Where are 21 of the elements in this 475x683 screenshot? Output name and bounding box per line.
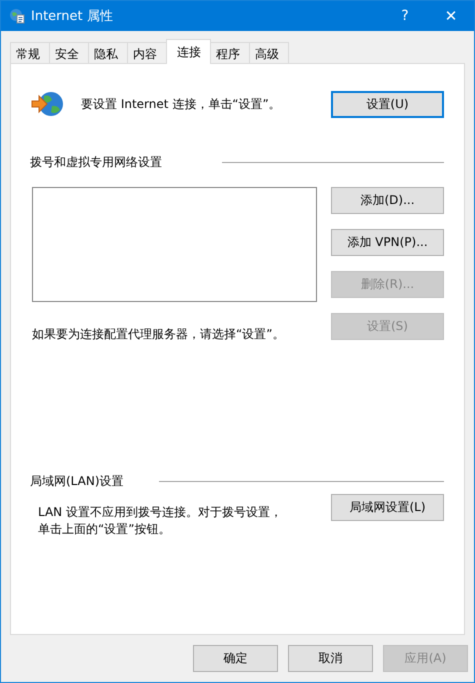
connection-list[interactable] (32, 187, 317, 302)
dialog-button[interactable]: 确定 (193, 645, 278, 672)
window-title: Internet 属性 (31, 8, 114, 25)
proxy-hint: 如果要为连接配置代理服务器，请选择“设置”。 (32, 326, 284, 343)
settings-button[interactable]: 设置(U) (331, 90, 444, 118)
dialog-button[interactable]: 添加(D)... (331, 187, 444, 214)
help-button[interactable]: ? (382, 8, 428, 24)
section-heading: 拨号和虚拟专用网络设置 (30, 154, 162, 171)
tab[interactable]: 常规 (10, 42, 50, 63)
tab[interactable]: 安全 (49, 42, 89, 63)
tab[interactable]: 高级 (249, 42, 289, 63)
dialog-button[interactable]: 取消 (288, 645, 373, 672)
setup-instruction: 要设置 Internet 连接，单击“设置”。 (81, 96, 282, 112)
lan-note: LAN 设置不应用到拨号连接。对于拨号设置，单击上面的“设置”按钮。 (38, 504, 283, 538)
internet-options-icon (9, 8, 25, 24)
close-button[interactable]: ✕ (428, 7, 474, 25)
dialog-button[interactable]: 添加 VPN(P)... (331, 229, 444, 256)
tab[interactable]: 隐私 (88, 42, 128, 63)
lan-settings-button[interactable]: 局域网设置(L) (331, 494, 444, 521)
tab[interactable]: 连接 (166, 39, 211, 64)
section-heading: 局域网(LAN)设置 (30, 473, 124, 490)
